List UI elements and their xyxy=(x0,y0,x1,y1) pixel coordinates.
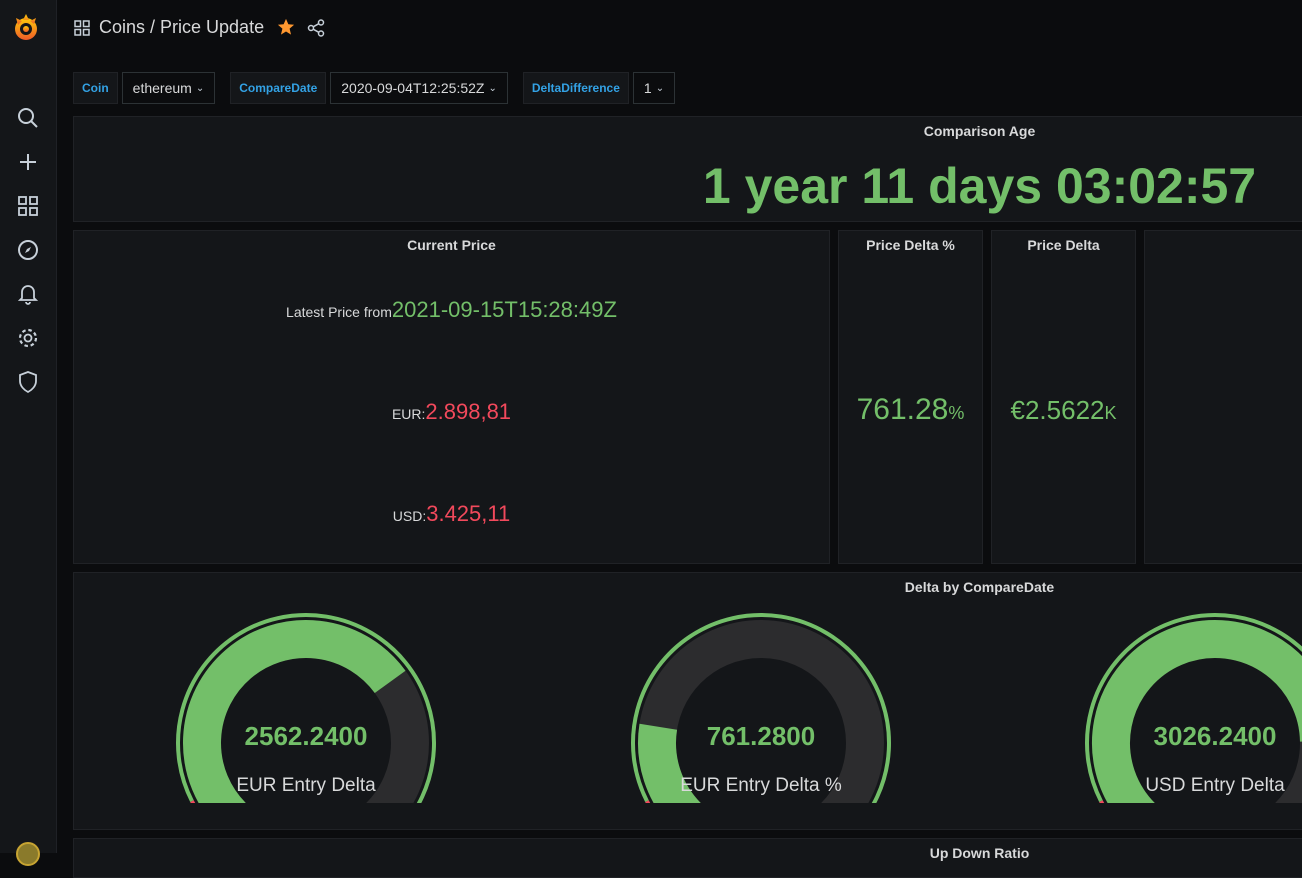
star-icon[interactable] xyxy=(277,18,295,41)
panel-title[interactable]: Price Delta xyxy=(992,237,1135,253)
price-delta-value: €2.5622K xyxy=(992,395,1135,426)
variable-select-coin[interactable]: ethereum ⌄ xyxy=(121,72,216,104)
stat-unit: K xyxy=(1104,403,1117,423)
panel-title[interactable]: Delta by CompareDate xyxy=(74,579,1302,595)
panel-current-price: Current Price Latest Price from2021-09-1… xyxy=(73,230,830,564)
stat-number: 761.28 xyxy=(856,393,949,426)
variable-value: ethereum xyxy=(132,80,192,96)
panel-offscreen xyxy=(1144,230,1302,564)
variable-select-deltadifference[interactable]: 1 ⌄ xyxy=(632,72,676,104)
panel-up-down-ratio: Up Down Ratio xyxy=(73,838,1302,878)
gauge-value: 761.2800 xyxy=(706,721,816,751)
dashboards-icon[interactable] xyxy=(16,194,40,218)
variable-label-comparedate: CompareDate xyxy=(230,72,327,104)
stat-unit: % xyxy=(948,403,965,423)
grid-icon xyxy=(74,20,90,41)
usd-price-row: USD:3.425,11 xyxy=(74,501,829,527)
dashboard-navbar: Coins / Price Update xyxy=(57,0,1302,56)
chevron-down-icon: ⌄ xyxy=(195,82,205,94)
panel-title[interactable]: Price Delta % xyxy=(839,237,982,253)
gauge-eur-entry-delta: 2562.2400 EUR Entry Delta xyxy=(171,603,441,803)
search-icon[interactable] xyxy=(16,106,40,130)
template-variables: Coin ethereum ⌄ CompareDate 2020-09-04T12… xyxy=(73,72,690,104)
side-menu xyxy=(0,0,57,866)
shield-icon[interactable] xyxy=(16,370,40,394)
variable-label-deltadifference: DeltaDifference xyxy=(522,72,629,104)
variable-value: 2020-09-04T12:25:52Z xyxy=(341,80,485,96)
gear-icon[interactable] xyxy=(16,326,40,350)
eur-price-row: EUR:2.898,81 xyxy=(74,399,829,425)
alert-bell-icon[interactable] xyxy=(16,282,40,306)
panel-comparison-age: Comparison Age 1 year 11 days 03:02:57 xyxy=(73,116,1302,222)
breadcrumb[interactable]: Coins / Price Update xyxy=(99,17,264,38)
gauge-value: 3026.2400 xyxy=(1153,721,1277,751)
gauge-value: 2562.2400 xyxy=(244,721,368,751)
variable-select-comparedate[interactable]: 2020-09-04T12:25:52Z ⌄ xyxy=(330,72,508,104)
panel-price-delta-percent: Price Delta % 761.28% xyxy=(838,230,983,564)
gauge-label: EUR Entry Delta % xyxy=(680,775,842,796)
avatar[interactable] xyxy=(16,842,40,866)
plus-icon[interactable] xyxy=(16,150,40,174)
share-icon[interactable] xyxy=(307,19,325,42)
usd-price-value: 3.425,11 xyxy=(426,501,511,526)
panel-delta-by-comparedate: Delta by CompareDate 2562.2400 EUR Entry… xyxy=(73,572,1302,830)
gauge-eur-entry-delta-percent: 761.2800 EUR Entry Delta % xyxy=(626,603,896,803)
panel-title[interactable]: Comparison Age xyxy=(74,123,1302,139)
price-delta-percent-value: 761.28% xyxy=(839,393,982,427)
chevron-down-icon: ⌄ xyxy=(488,82,497,94)
grafana-logo[interactable] xyxy=(10,12,42,44)
panel-title[interactable]: Up Down Ratio xyxy=(74,845,1302,861)
usd-label: USD: xyxy=(392,508,427,524)
eur-label: EUR: xyxy=(391,406,426,422)
latest-price-timestamp: 2021-09-15T15:28:49Z xyxy=(391,297,617,322)
latest-price-label: Latest Price from xyxy=(286,304,392,320)
explore-icon[interactable] xyxy=(16,238,40,262)
panel-price-delta: Price Delta €2.5622K xyxy=(991,230,1136,564)
eur-price-value: 2.898,81 xyxy=(425,399,512,424)
variable-label-coin: Coin xyxy=(73,72,118,104)
gauge-label: USD Entry Delta xyxy=(1145,775,1285,796)
variable-value: 1 xyxy=(643,80,652,96)
latest-price-row: Latest Price from2021-09-15T15:28:49Z xyxy=(74,297,829,323)
gauge-label: EUR Entry Delta xyxy=(236,775,376,796)
gauge-usd-entry-delta: 3026.2400 USD Entry Delta xyxy=(1080,603,1302,803)
panel-title[interactable]: Current Price xyxy=(74,237,829,253)
comparison-age-value: 1 year 11 days 03:02:57 xyxy=(702,158,1257,214)
stat-number: €2.5622 xyxy=(1010,395,1105,425)
chevron-down-icon: ⌄ xyxy=(655,82,665,94)
